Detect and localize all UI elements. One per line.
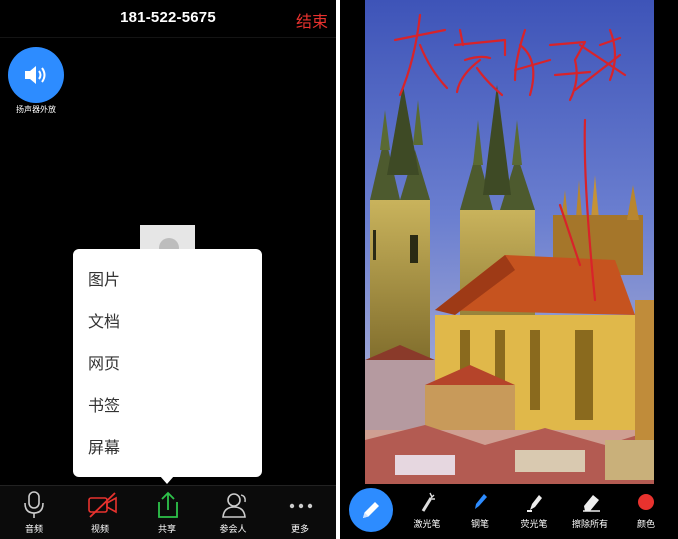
laser-pointer-icon xyxy=(421,492,435,512)
share-menu-item-bookmark[interactable]: 书签 xyxy=(88,394,120,418)
share-menu-item-document[interactable]: 文档 xyxy=(88,310,120,334)
tool-laser-pointer[interactable]: 激光笔 xyxy=(401,490,453,536)
share-menu: 图片 文档 网页 书签 屏幕 xyxy=(73,249,262,477)
tool-erase-all[interactable]: 擦除所有 xyxy=(564,490,616,536)
call-phone-number: 181-522-5675 xyxy=(120,9,216,26)
share-menu-item-screen[interactable]: 屏幕 xyxy=(88,436,120,460)
tab-video-label: 视频 xyxy=(90,525,109,535)
eraser-icon xyxy=(583,495,600,512)
participants-icon xyxy=(222,493,246,518)
annotation-toolbar: 激光笔 钢笔 荧光笔 擦除所有 颜色 xyxy=(340,484,678,539)
tool-erase-all-label: 擦除所有 xyxy=(571,520,608,530)
header-divider xyxy=(0,37,336,38)
tool-highlighter-label: 荧光笔 xyxy=(520,520,548,530)
tab-participants[interactable]: 参会人 xyxy=(205,490,261,538)
microphone-icon xyxy=(24,491,44,518)
shared-photo xyxy=(365,0,654,484)
end-meeting-button[interactable]: 结束 xyxy=(296,8,328,32)
speaker-label: 扬声器外放 xyxy=(16,105,56,114)
tool-pen-label: 钢笔 xyxy=(470,520,489,530)
tool-pen[interactable]: 钢笔 xyxy=(454,490,506,536)
more-icon xyxy=(289,503,313,509)
share-menu-item-image[interactable]: 图片 xyxy=(88,268,120,292)
tool-laser-pointer-label: 激光笔 xyxy=(413,520,441,530)
tool-color[interactable]: 颜色 xyxy=(620,490,672,536)
share-menu-item-webpage[interactable]: 网页 xyxy=(88,352,120,376)
video-off-icon xyxy=(88,492,117,518)
tool-color-label: 颜色 xyxy=(636,520,655,530)
tab-more[interactable]: 更多 xyxy=(272,490,328,538)
speaker-icon xyxy=(25,66,46,84)
color-dot-icon xyxy=(638,494,654,510)
meeting-toolbar: 音频 视频 共享 参会人 更多 xyxy=(0,485,336,539)
tab-share[interactable]: 共享 xyxy=(139,490,195,538)
pen-icon xyxy=(475,494,487,509)
tab-share-label: 共享 xyxy=(157,525,176,535)
tab-video[interactable]: 视频 xyxy=(72,490,128,538)
share-upload-icon xyxy=(158,491,178,518)
shared-preview-thumbnail xyxy=(140,225,195,258)
tab-more-label: 更多 xyxy=(290,525,309,535)
tab-participants-label: 参会人 xyxy=(219,525,247,535)
meeting-screen: 181-522-5675 结束 扬声器外放 图片 文档 网页 书签 屏幕 音频 xyxy=(0,0,336,539)
speaker-button[interactable] xyxy=(8,47,64,103)
highlighter-icon xyxy=(527,495,542,512)
tab-audio-label: 音频 xyxy=(24,525,43,535)
share-menu-pointer xyxy=(160,476,174,484)
pencil-icon xyxy=(363,502,379,518)
tab-audio[interactable]: 音频 xyxy=(6,490,62,538)
annotation-toggle-button[interactable] xyxy=(349,488,393,532)
annotation-screen: 激光笔 钢笔 荧光笔 擦除所有 颜色 xyxy=(340,0,678,539)
tool-highlighter[interactable]: 荧光笔 xyxy=(508,490,560,536)
